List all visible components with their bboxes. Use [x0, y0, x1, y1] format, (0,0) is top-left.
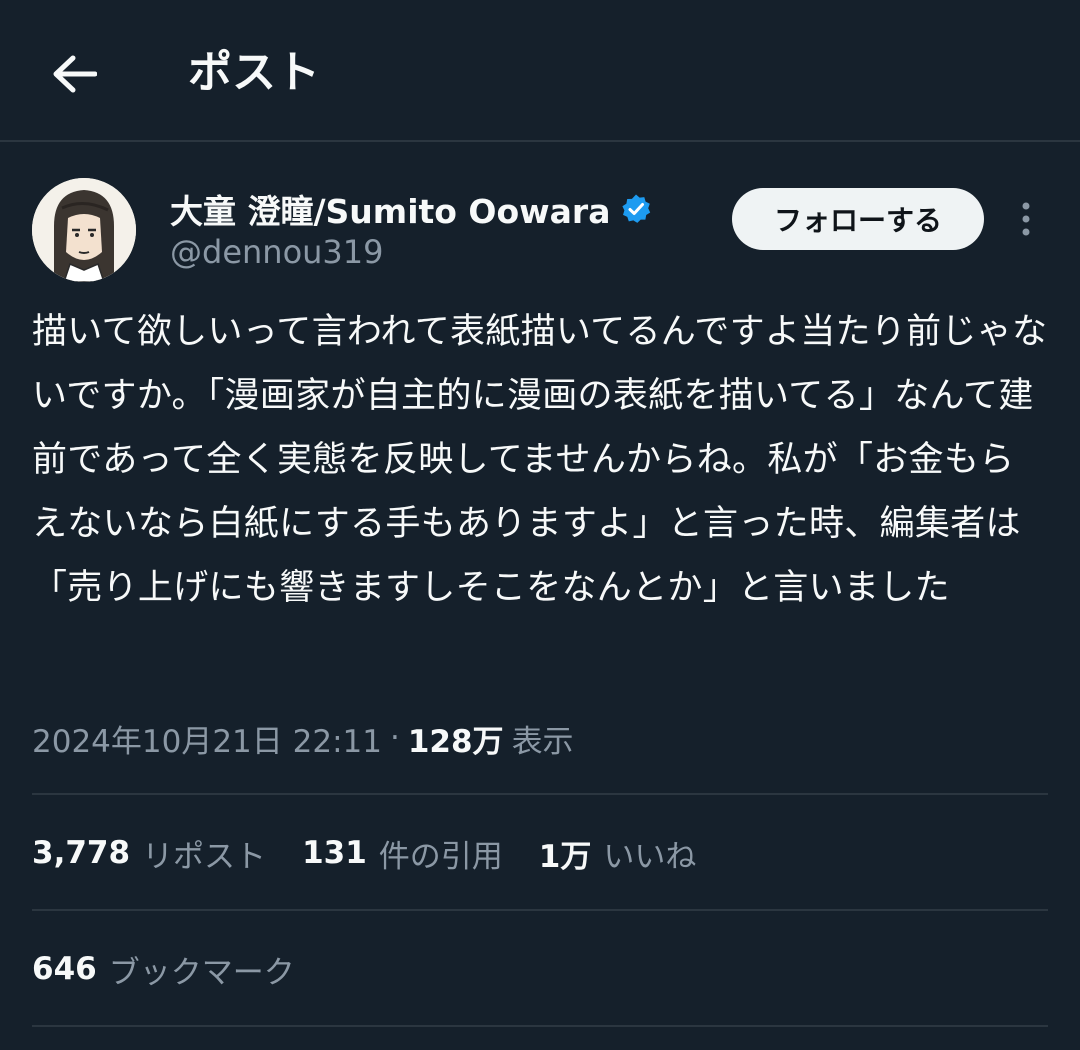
- meta-separator: ·: [389, 720, 400, 756]
- divider: [32, 909, 1048, 911]
- reposts-count: 3,778: [32, 835, 131, 871]
- more-vertical-icon: [1022, 202, 1030, 236]
- more-options-button[interactable]: [1004, 194, 1048, 244]
- page-title: ポスト: [188, 47, 320, 98]
- top-app-bar: ポスト: [0, 0, 1080, 142]
- divider: [32, 793, 1048, 795]
- likes-count: 1万: [538, 838, 592, 875]
- bookmarks-stat[interactable]: 646 ブックマーク: [32, 947, 295, 992]
- likes-stat[interactable]: 1万 いいね: [539, 831, 697, 876]
- author-name-row: 大童 澄瞳/Sumito Oowara: [170, 186, 652, 232]
- avatar[interactable]: [32, 178, 136, 282]
- quotes-label: 件の引用: [378, 838, 503, 875]
- avatar-illustration: [32, 178, 136, 282]
- follow-button[interactable]: フォローする: [732, 188, 984, 250]
- engagement-stats: 3,778 リポスト 131 件の引用 1万 いいね: [32, 823, 732, 883]
- bookmarks-count: 646: [32, 951, 97, 987]
- bookmarks-label: ブックマーク: [108, 954, 295, 991]
- views-label: 表示: [511, 723, 574, 760]
- arrow-left-icon: [53, 55, 97, 93]
- post-timestamp[interactable]: 2024年10月21日 22:11: [32, 716, 382, 761]
- back-button[interactable]: [40, 40, 108, 108]
- post-meta: 2024年10月21日 22:11 · 128万 表示: [32, 712, 574, 764]
- reposts-stat[interactable]: 3,778 リポスト: [32, 831, 266, 876]
- post-text: 描いて欲しいって言われて表紙描いてるんですよ当たり前じゃないですか。「漫画家が自…: [32, 312, 1048, 608]
- quotes-count: 131: [302, 835, 367, 871]
- views-count: 128万: [407, 723, 504, 760]
- author-display-name[interactable]: 大童 澄瞳/Sumito Oowara: [170, 185, 610, 233]
- bookmark-stats: 646 ブックマーク: [32, 939, 331, 999]
- verified-badge-icon: [622, 194, 651, 223]
- quotes-stat[interactable]: 131 件の引用: [302, 831, 503, 876]
- divider: [32, 1025, 1048, 1027]
- author-handle[interactable]: @dennou319: [170, 232, 384, 272]
- likes-label: いいね: [603, 838, 697, 875]
- reposts-label: リポスト: [142, 838, 267, 875]
